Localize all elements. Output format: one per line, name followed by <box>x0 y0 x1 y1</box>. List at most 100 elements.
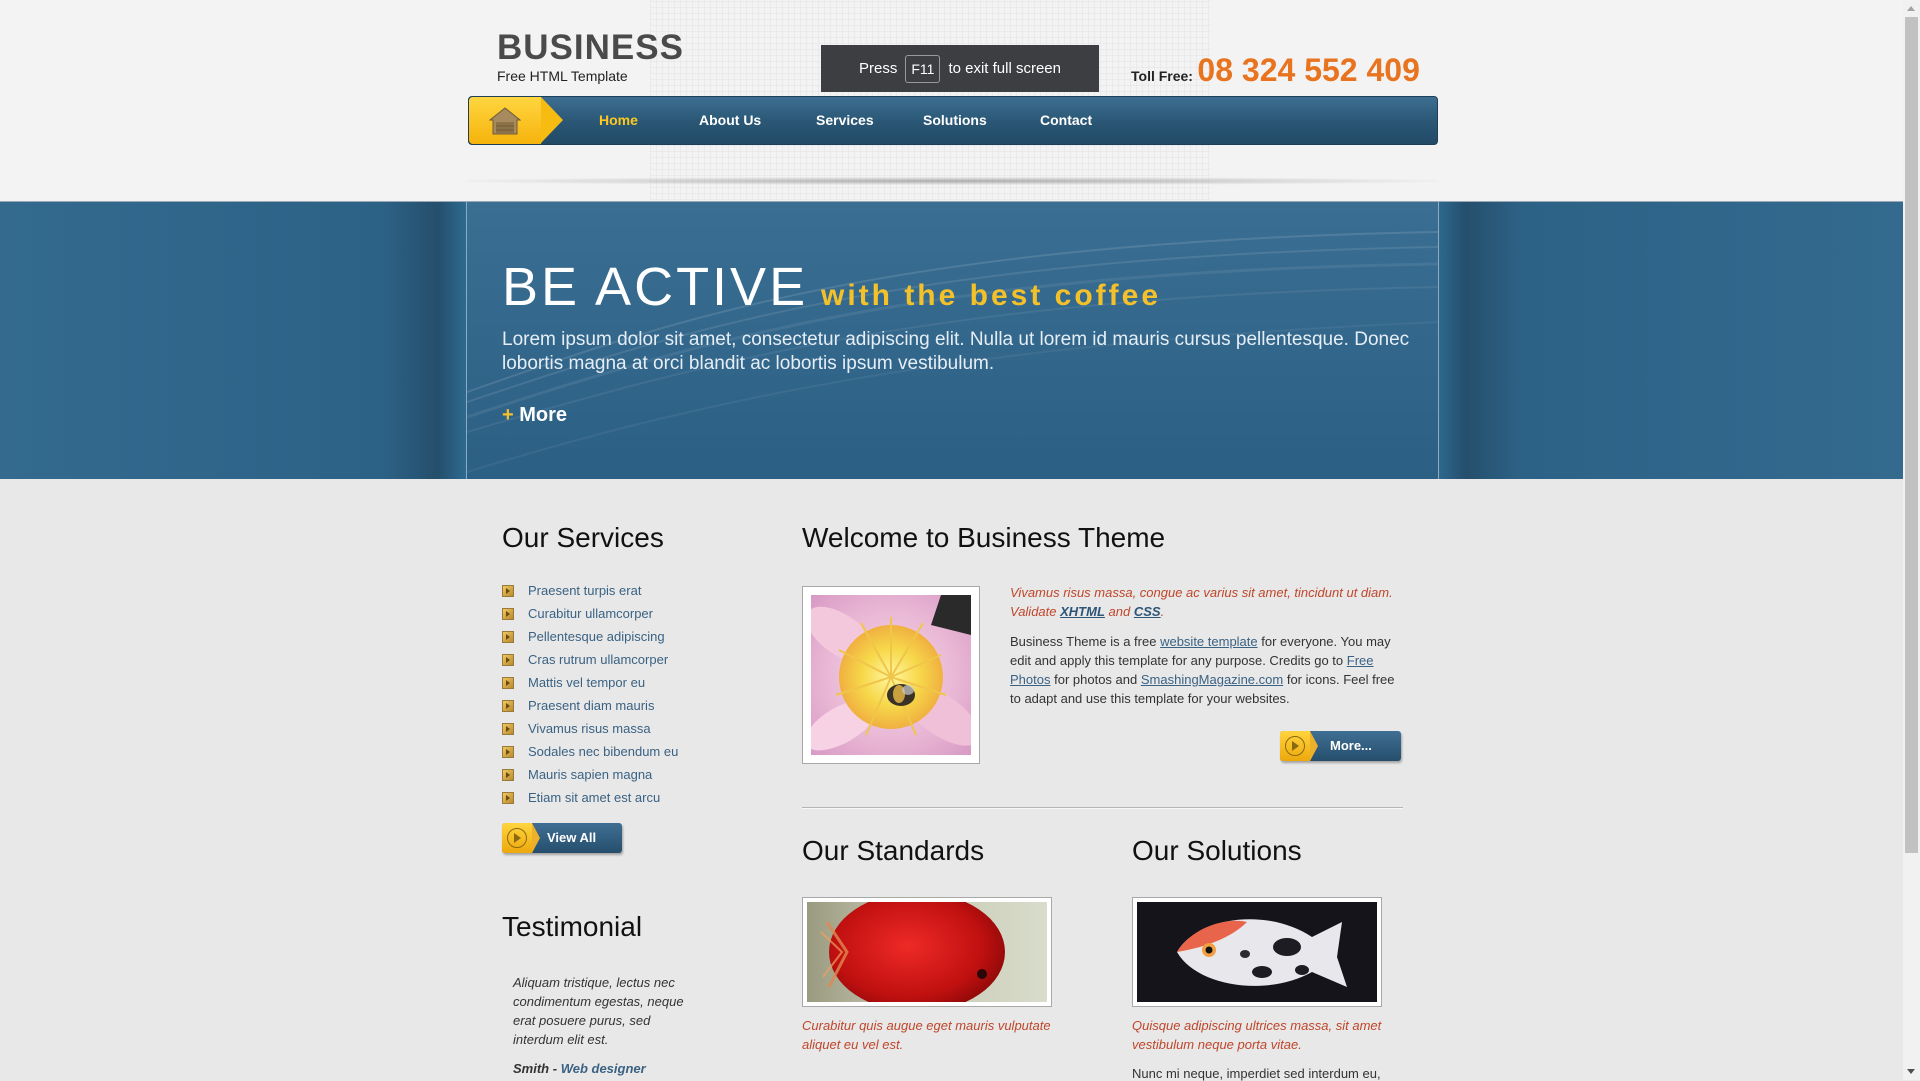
service-item[interactable]: Cras rutrum ullamcorper <box>502 648 678 671</box>
home-tab-arrow <box>541 97 563 143</box>
welcome-body: Business Theme is a free website templat… <box>1010 632 1406 708</box>
css-validate-link[interactable]: CSS <box>1134 604 1161 619</box>
service-item-label: Cras rutrum ullamcorper <box>528 652 669 667</box>
button-arrow-decoration <box>1310 731 1318 761</box>
welcome-more-label: More... <box>1330 738 1372 753</box>
service-item[interactable]: Vivamus risus massa <box>502 717 678 740</box>
service-item[interactable]: Mauris sapien magna <box>502 763 678 786</box>
standards-heading: Our Standards <box>802 835 985 866</box>
site-logo-title[interactable]: BUSINESS <box>497 28 684 68</box>
toll-free-label: Toll Free: <box>1131 68 1193 84</box>
f11-key-badge: F11 <box>905 54 941 83</box>
testimonial-heading: Testimonial <box>502 911 643 942</box>
play-circle-icon <box>1280 731 1310 761</box>
bullet-arrow-icon <box>502 653 514 666</box>
smashing-magazine-link[interactable]: SmashingMagazine.com <box>1141 672 1283 687</box>
bullet-arrow-icon <box>502 791 514 804</box>
solutions-heading: Our Solutions <box>1132 835 1302 866</box>
testimonial-author-role: Web designer <box>560 1061 646 1076</box>
bullet-arrow-icon <box>502 745 514 758</box>
banner-tagline: with the best coffee <box>821 279 1162 312</box>
plus-icon: + <box>502 404 514 426</box>
welcome-body-text-1: Business Theme is a free <box>1010 634 1157 649</box>
service-item-label: Etiam sit amet est arcu <box>528 790 661 805</box>
service-item[interactable]: Mattis vel tempor eu <box>502 671 678 694</box>
scrollbar-thumb[interactable] <box>1905 17 1918 853</box>
banner-more-link[interactable]: + More <box>502 404 567 427</box>
service-item[interactable]: Etiam sit amet est arcu <box>502 786 678 809</box>
home-tab[interactable] <box>469 97 541 144</box>
fullscreen-notice: Press F11 to exit full screen <box>821 45 1099 92</box>
testimonial-author-name: Smith <box>513 1061 550 1076</box>
service-item[interactable]: Curabitur ullamcorper <box>502 602 678 625</box>
house-icon[interactable] <box>489 107 521 135</box>
service-item-label: Vivamus risus massa <box>528 721 651 736</box>
button-arrow-decoration <box>532 823 540 853</box>
welcome-intro: Vivamus risus massa, congue ac varius si… <box>1010 583 1406 621</box>
bullet-arrow-icon <box>502 722 514 735</box>
solutions-photo-frame <box>1132 897 1382 1007</box>
bullet-arrow-icon <box>502 676 514 689</box>
nav-solutions[interactable]: Solutions <box>923 112 987 128</box>
service-item[interactable]: Praesent diam mauris <box>502 694 678 717</box>
flower-bee-photo <box>811 595 971 755</box>
hero-banner-panel: BE ACTIVE with the best coffee Lorem ips… <box>466 202 1439 479</box>
testimonial-separator: - <box>549 1061 561 1076</box>
service-item-label: Pellentesque adipiscing <box>528 629 665 644</box>
nav-contact[interactable]: Contact <box>1040 112 1092 128</box>
service-item-label: Curabitur ullamcorper <box>528 606 653 621</box>
scroll-up-arrow-icon[interactable] <box>1907 6 1915 11</box>
services-list: Praesent turpis erat Curabitur ullamcorp… <box>502 579 678 809</box>
fullscreen-notice-prefix: Press <box>859 60 898 77</box>
bullet-arrow-icon <box>502 584 514 597</box>
site-logo-subtitle: Free HTML Template <box>497 68 628 84</box>
service-item-label: Sodales nec bibendum eu <box>528 744 679 759</box>
nav-home[interactable]: Home <box>599 112 638 128</box>
services-heading: Our Services <box>502 522 664 553</box>
fullscreen-notice-suffix: to exit full screen <box>948 60 1061 77</box>
welcome-and-text: and <box>1108 604 1131 619</box>
testimonial-quote: Aliquam tristique, lectus nec condimentu… <box>513 975 684 1047</box>
section-divider <box>802 807 1403 809</box>
banner-more-label: More <box>519 404 568 426</box>
angelfish-photo <box>1137 902 1377 1002</box>
toll-free-number: 08 324 552 409 <box>1197 52 1420 88</box>
welcome-more-button[interactable]: More... <box>1280 731 1401 761</box>
solutions-body: Nunc mi neque, imperdiet sed interdum eu… <box>1132 1066 1381 1081</box>
xhtml-validate-link[interactable]: XHTML <box>1060 604 1105 619</box>
standards-caption: Curabitur quis augue eget mauris vulputa… <box>802 1018 1051 1052</box>
bullet-arrow-icon <box>502 768 514 781</box>
scroll-down-arrow-icon[interactable] <box>1907 1069 1915 1074</box>
main-navigation: Home About Us Services Solutions Contact <box>468 96 1438 145</box>
nav-shadow <box>466 177 1438 185</box>
welcome-photo-frame <box>802 586 980 764</box>
site-header: BUSINESS Free HTML Template Press F11 to… <box>0 0 1903 202</box>
play-circle-icon <box>502 823 532 853</box>
welcome-body-text-3: for photos and <box>1054 672 1138 687</box>
vertical-scrollbar[interactable] <box>1903 0 1920 1080</box>
bullet-arrow-icon <box>502 607 514 620</box>
service-item-label: Praesent diam mauris <box>528 698 655 713</box>
hero-banner: BE ACTIVE with the best coffee Lorem ips… <box>0 202 1903 479</box>
nav-services[interactable]: Services <box>816 112 874 128</box>
bullet-arrow-icon <box>502 630 514 643</box>
bullet-arrow-icon <box>502 699 514 712</box>
testimonial-author: Smith - Web designer <box>513 1061 646 1076</box>
service-item[interactable]: Sodales nec bibendum eu <box>502 740 678 763</box>
view-all-button[interactable]: View All <box>502 823 622 853</box>
welcome-period: . <box>1160 604 1165 619</box>
service-item[interactable]: Praesent turpis erat <box>502 579 678 602</box>
welcome-heading: Welcome to Business Theme <box>802 522 1166 553</box>
standards-photo-frame <box>802 897 1052 1007</box>
view-all-label: View All <box>547 830 597 845</box>
banner-text: Lorem ipsum dolor sit amet, consectetur … <box>502 329 1410 374</box>
red-fish-photo <box>807 902 1047 1002</box>
service-item-label: Mattis vel tempor eu <box>528 675 646 690</box>
banner-title: BE ACTIVE <box>502 257 809 317</box>
website-template-link[interactable]: website template <box>1160 634 1258 649</box>
toll-free: Toll Free: 08 324 552 409 <box>1131 52 1420 89</box>
service-item-label: Praesent turpis erat <box>528 583 642 598</box>
nav-about-us[interactable]: About Us <box>699 112 761 128</box>
service-item[interactable]: Pellentesque adipiscing <box>502 625 678 648</box>
service-item-label: Mauris sapien magna <box>528 767 653 782</box>
